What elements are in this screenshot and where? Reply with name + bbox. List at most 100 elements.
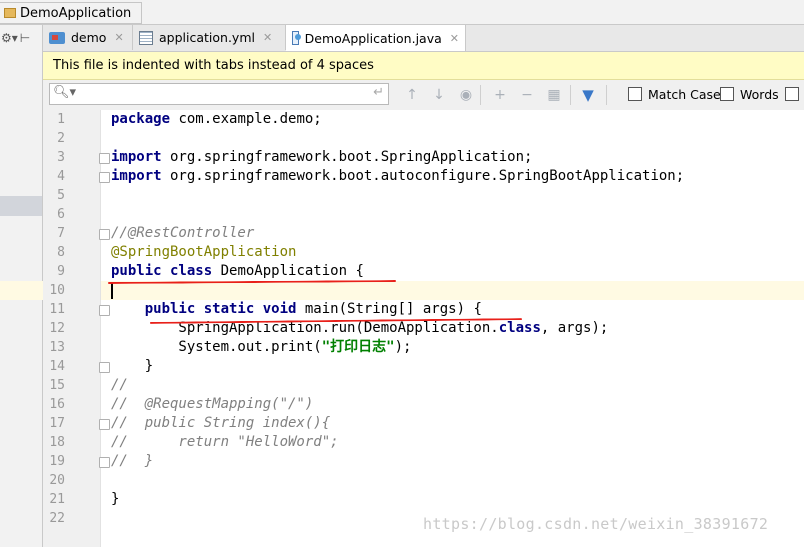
words-checkbox[interactable]	[720, 87, 734, 101]
code-line-15[interactable]: //	[111, 376, 128, 395]
line-number: 16	[49, 397, 65, 412]
line-number: 17	[49, 416, 65, 431]
line-number: 12	[49, 321, 65, 336]
code-text: main(String[] args) {	[296, 301, 482, 317]
line-number: 15	[49, 378, 65, 393]
tab-demoapplication-java[interactable]: DemoApplication.java ✕	[286, 25, 466, 51]
code-line-16[interactable]: // @RequestMapping("/")	[111, 395, 313, 414]
separator	[606, 85, 607, 105]
project-tree-selected-row[interactable]	[0, 196, 42, 216]
fold-marker-icon[interactable]	[99, 229, 110, 240]
filter-icon[interactable]: ▼	[579, 86, 597, 104]
line-number: 8	[57, 245, 65, 260]
code-line-18[interactable]: // return "HelloWord";	[111, 433, 339, 452]
code-line-9[interactable]: public class DemoApplication {	[111, 262, 364, 281]
code-line-17[interactable]: // public String index(){	[111, 414, 330, 433]
line-number: 1	[57, 112, 65, 127]
code-text: DemoApplication {	[212, 263, 364, 279]
keyword: package	[111, 111, 171, 127]
keyword: import	[111, 149, 162, 165]
tab-demo[interactable]: demo ✕	[43, 25, 133, 50]
code-text: org.springframework.boot.SpringApplicati…	[161, 149, 533, 165]
line-number: 18	[49, 435, 65, 450]
line-number: 10	[49, 283, 65, 298]
line-number: 14	[49, 359, 65, 374]
code-text: com.example.demo;	[170, 111, 322, 127]
close-icon[interactable]: ✕	[450, 32, 459, 45]
close-icon[interactable]: ✕	[114, 31, 123, 44]
line-number: 6	[57, 207, 65, 222]
line-number: 5	[57, 188, 65, 203]
select-all-occurrences-icon[interactable]: ▦	[545, 86, 563, 104]
find-usages-icon[interactable]: ◉	[457, 86, 475, 104]
keyword: class	[498, 320, 541, 336]
code-line-13[interactable]: System.out.print("打印日志");	[111, 338, 411, 357]
code-line-1[interactable]: package com.example.demo;	[111, 110, 322, 129]
string-literal: "打印日志"	[321, 339, 395, 355]
line-number: 9	[57, 264, 65, 279]
close-icon[interactable]: ✕	[263, 31, 272, 44]
remove-occurrence-icon[interactable]: −	[518, 86, 536, 104]
code-text: System.out.print(	[111, 339, 322, 355]
code-line-7[interactable]: //@RestController	[111, 224, 254, 243]
search-input[interactable]: 🔍︎▾ ↵	[49, 83, 389, 105]
tab-label: demo	[71, 30, 107, 45]
line-number: 20	[49, 473, 65, 488]
code-line-11[interactable]: public static void main(String[] args) {	[111, 300, 482, 319]
line-number: 13	[49, 340, 65, 355]
notification-text: This file is indented with tabs instead …	[53, 58, 374, 73]
indent-notification: This file is indented with tabs instead …	[43, 52, 804, 80]
previous-occurrence-icon[interactable]: ↑	[403, 86, 421, 104]
fold-marker-icon[interactable]	[99, 172, 110, 183]
line-number: 3	[57, 150, 65, 165]
module-icon	[49, 31, 65, 44]
collapse-icon[interactable]: ⊢	[20, 31, 30, 45]
keyword: public class	[111, 263, 213, 279]
tab-label: application.yml	[159, 30, 255, 45]
match-case-label[interactable]: Match Case	[648, 87, 721, 102]
line-number: 11	[49, 302, 65, 317]
fold-marker-icon[interactable]	[99, 419, 110, 430]
code-text: , args);	[540, 320, 609, 336]
next-occurrence-icon[interactable]: ↓	[430, 86, 448, 104]
enter-icon[interactable]: ↵	[373, 85, 384, 100]
tab-label: DemoApplication.java	[304, 30, 442, 46]
line-number: 21	[49, 492, 65, 507]
breadcrumb-label: DemoApplication	[20, 5, 132, 21]
separator	[480, 85, 481, 105]
text-caret	[111, 282, 113, 299]
code-line-21[interactable]: }	[111, 490, 119, 509]
regex-checkbox[interactable]	[785, 87, 799, 101]
add-occurrence-icon[interactable]: +	[491, 86, 509, 104]
separator	[570, 85, 571, 105]
project-panel-toolbar: ⚙▾ ⊢	[0, 25, 43, 51]
breadcrumb[interactable]: DemoApplication	[0, 2, 143, 24]
watermark: https://blog.csdn.net/weixin_38391672	[423, 515, 769, 533]
yml-file-icon	[139, 30, 153, 45]
code-line-19[interactable]: // }	[111, 452, 153, 471]
line-number: 7	[57, 226, 65, 241]
keyword: import	[111, 168, 162, 184]
fold-marker-icon[interactable]	[99, 362, 110, 373]
line-number: 4	[57, 169, 65, 184]
fold-marker-icon[interactable]	[99, 457, 110, 468]
gear-icon[interactable]: ⚙▾	[1, 31, 18, 45]
class-icon	[4, 8, 16, 18]
fold-marker-icon[interactable]	[99, 305, 110, 316]
keyword: public static void	[144, 301, 297, 317]
words-label[interactable]: Words	[740, 87, 779, 102]
match-case-checkbox[interactable]	[628, 87, 642, 101]
code-line-14[interactable]: }	[111, 357, 153, 376]
line-number: 2	[57, 131, 65, 146]
search-icon[interactable]: 🔍︎▾	[53, 85, 76, 100]
line-number: 19	[49, 454, 65, 469]
fold-marker-icon[interactable]	[99, 153, 110, 164]
java-class-icon	[292, 31, 301, 45]
find-bar: 🔍︎▾ ↵ ↑ ↓ ◉ + − ▦ ▼ Match Case Words	[43, 80, 804, 111]
code-line-8[interactable]: @SpringBootApplication	[111, 243, 296, 262]
code-text: org.springframework.boot.autoconfigure.S…	[161, 168, 685, 184]
tab-application-yml[interactable]: application.yml ✕	[133, 25, 286, 50]
code-line-3[interactable]: import org.springframework.boot.SpringAp…	[111, 148, 532, 167]
code-line-4[interactable]: import org.springframework.boot.autoconf…	[111, 167, 684, 186]
